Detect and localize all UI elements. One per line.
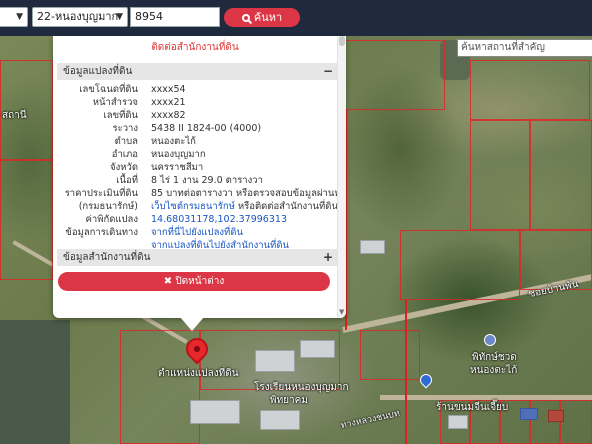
scroll-down-icon[interactable]: ▼ (339, 308, 344, 316)
close-icon: ✖ (163, 276, 176, 287)
info-row: ข้อมูลการเดินทาง จากที่นี่ไปยังแปลงที่ดิ… (53, 227, 337, 239)
parcel-number-input[interactable]: 8954 (130, 7, 220, 27)
poi-marker-icon[interactable] (484, 334, 496, 346)
row-label: เลขโฉนดที่ดิน (79, 84, 138, 95)
parcel-info-popup: ติดต่อสำนักงานที่ดิน ข้อมูลแปลงที่ดิน − … (53, 36, 346, 318)
building (548, 410, 564, 422)
row-label: อำเภอ (111, 149, 138, 160)
land-office-header[interactable]: ข้อมูลสำนักงานที่ดิน + (57, 249, 337, 266)
building (448, 415, 468, 429)
scrollbar-thumb[interactable] (339, 36, 345, 46)
parcel-boundary[interactable] (470, 60, 590, 120)
parcel-boundary[interactable] (345, 40, 445, 110)
row-label: (กรมธนารักษ์) (78, 201, 138, 212)
row-value: 85 บาทต่อตารางวา หรือตรวจสอบข้อมูลผ่านทา… (151, 188, 346, 199)
parcel-boundary[interactable] (560, 400, 592, 444)
row-label: ราคาประเมินที่ดิน (64, 188, 138, 199)
close-window-button[interactable]: ✖ ปิดหน้าต่าง (58, 272, 330, 291)
row-label: ระวาง (112, 123, 138, 134)
map-label: หนองตะไก้ (470, 365, 518, 376)
building (255, 350, 295, 372)
row-value: 8 ไร่ 1 งาน 29.0 ตารางวา (151, 175, 263, 186)
province-select[interactable]: ▼ (0, 7, 28, 27)
info-row: อำเภอ หนองบุญมาก (53, 149, 337, 161)
chevron-down-icon: ▼ (116, 12, 123, 22)
info-row: ระวาง 5438 II 1824-00 (4000) (53, 123, 337, 135)
land-info-header[interactable]: ข้อมูลแปลงที่ดิน − (57, 63, 337, 80)
row-label: ข้อมูลการเดินทาง (65, 227, 138, 238)
info-row: หน้าสำรวจ xxxx21 (53, 97, 337, 109)
row-value: นครราชสีมา (151, 162, 204, 173)
parcel-boundary[interactable] (0, 160, 53, 280)
map-label: ร้านขนมจีนเจี๊ยบ (436, 402, 509, 413)
collapse-icon[interactable]: − (323, 63, 333, 80)
info-row: (กรมธนารักษ์) เว็บไซต์กรมธนารักษ์ หรือติ… (53, 201, 338, 213)
info-row: จังหวัด นครราชสีมา (53, 162, 337, 174)
land-info-header-label: ข้อมูลแปลงที่ดิน (63, 66, 133, 77)
expand-icon[interactable]: + (323, 249, 333, 266)
row-value: เว็บไซต์กรมธนารักษ์ หรือติดต่อสำนักงานที… (151, 201, 338, 213)
popup-scrollbar[interactable]: ▼ (337, 36, 346, 318)
row-value: หนองตะไก้ (151, 136, 196, 147)
building (190, 400, 240, 424)
parcel-line (405, 300, 407, 444)
map-label: ทางหลวงชนบท (339, 408, 401, 432)
coordinates-link[interactable]: 14.68031178,102.37996313 (151, 214, 287, 226)
row-label: ตำบล (114, 136, 138, 147)
info-row: ราคาประเมินที่ดิน 85 บาทต่อตารางวา หรือต… (53, 188, 346, 200)
poi-marker-icon[interactable] (417, 371, 435, 389)
parcel-boundary[interactable] (470, 120, 530, 230)
info-row: เลขโฉนดที่ดิน xxxx54 (53, 84, 337, 96)
popup-pointer (180, 317, 204, 331)
info-row: เนื้อที่ 8 ไร่ 1 งาน 29.0 ตารางวา (53, 175, 337, 187)
building (360, 240, 385, 254)
row-value: xxxx54 (151, 84, 186, 95)
row-label: หน้าสำรวจ (92, 97, 138, 108)
info-row: ค่าพิกัดแปลง 14.68031178,102.37996313 (53, 214, 337, 226)
row-value: xxxx21 (151, 97, 186, 108)
row-label: เนื้อที่ (116, 175, 138, 186)
map-label: สถานี (2, 110, 27, 121)
row-label: ค่าพิกัดแปลง (85, 214, 139, 225)
info-row: ตำบล หนองตะไก้ (53, 136, 337, 148)
row-label: เลขที่ดิน (103, 110, 139, 121)
row-value: 5438 II 1824-00 (4000) (151, 123, 262, 134)
search-toolbar: ▼ 22-หนองบุญมาก ▼ 8954 ค้นหา (0, 0, 592, 36)
district-select[interactable]: 22-หนองบุญมาก ▼ (32, 7, 128, 27)
parcel-boundary[interactable] (530, 120, 592, 230)
search-icon (241, 14, 250, 22)
land-office-header-label: ข้อมูลสำนักงานที่ดิน (63, 252, 151, 263)
row-value: xxxx82 (151, 110, 186, 121)
building (300, 340, 335, 358)
treasury-website-link[interactable]: เว็บไซต์กรมธนารักษ์ (151, 201, 235, 212)
parcel-boundary[interactable] (400, 230, 520, 300)
building (520, 408, 538, 420)
directions-to-parcel-link[interactable]: จากที่นี่ไปยังแปลงที่ดิน (151, 227, 243, 239)
parcel-boundary[interactable] (530, 400, 560, 444)
district-select-value: 22-หนองบุญมาก (37, 10, 119, 23)
row-value: หนองบุญมาก (151, 149, 206, 160)
search-button[interactable]: ค้นหา (224, 8, 300, 27)
row-value-suffix: หรือติดต่อสำนักงานที่ดิน (234, 201, 338, 212)
info-row: เลขที่ดิน xxxx82 (53, 110, 337, 122)
search-button-label: ค้นหา (253, 11, 283, 24)
map-label: ตำแหน่งแปลงที่ดิน (158, 368, 239, 379)
chevron-down-icon: ▼ (16, 12, 23, 22)
row-label: จังหวัด (110, 162, 138, 173)
building (260, 410, 300, 430)
map-label: พิทยาคม (270, 395, 308, 406)
parcel-boundary[interactable] (360, 330, 420, 380)
contact-note: ติดต่อสำนักงานที่ดิน (151, 42, 239, 53)
place-search-input[interactable]: ค้นหาสถานที่สำคัญ (457, 39, 592, 57)
water-body (0, 320, 70, 444)
close-button-label: ปิดหน้าต่าง (175, 276, 225, 287)
